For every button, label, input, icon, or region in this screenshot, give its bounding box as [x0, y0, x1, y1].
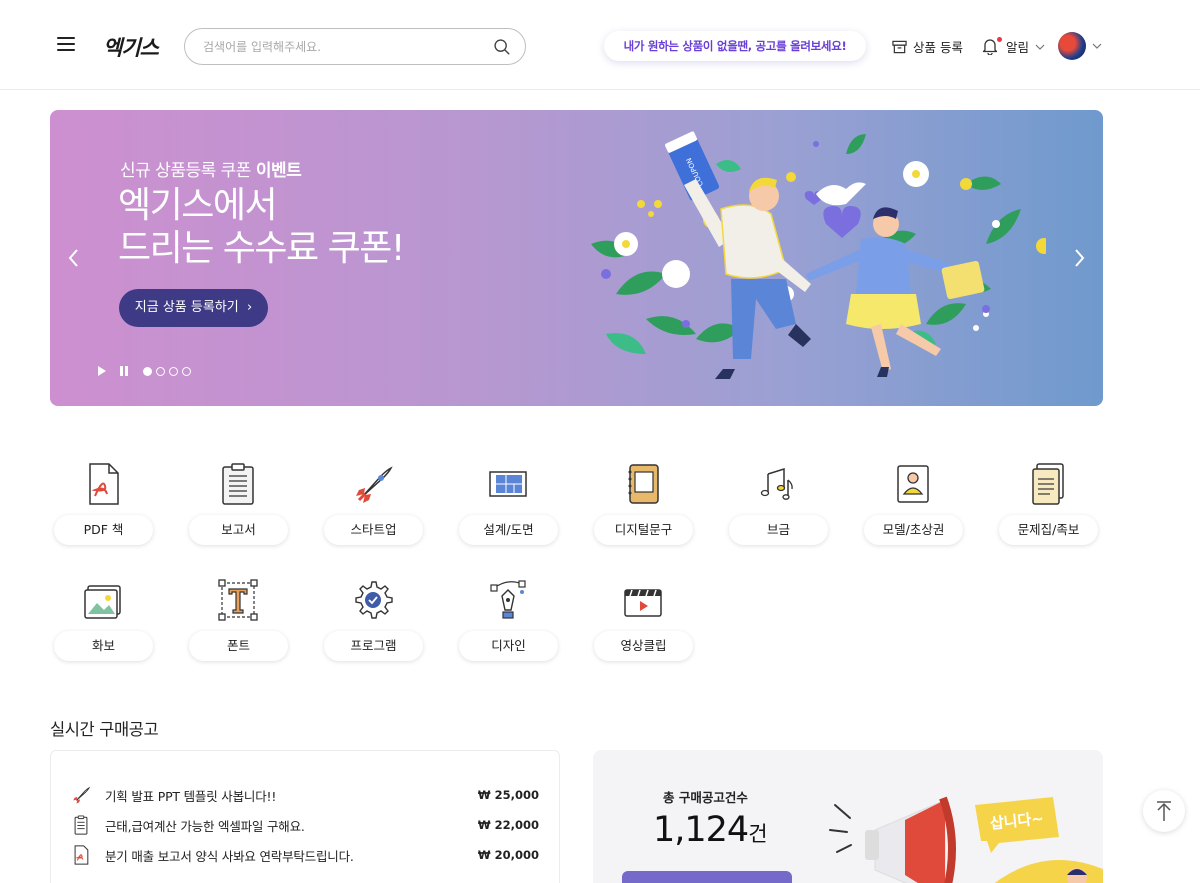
logo[interactable]: 엑기스	[103, 32, 159, 62]
category-label: 화보	[54, 631, 153, 661]
pause-icon[interactable]	[119, 366, 129, 376]
category-program[interactable]: 프로그램	[320, 574, 424, 674]
category-label: 디지털문구	[594, 515, 693, 545]
category-label: 폰트	[189, 631, 288, 661]
next-slide-icon[interactable]	[1071, 247, 1087, 269]
register-product-button[interactable]: 상품 등록	[892, 37, 963, 56]
banner-title: 엑기스에서 드리는 수수료 쿠폰!	[118, 184, 405, 270]
megaphone-illustration: 삽니다~	[829, 796, 1103, 883]
category-label: 영상클립	[594, 631, 693, 661]
category-label: 디자인	[459, 631, 558, 661]
slide-dot[interactable]	[143, 366, 152, 376]
category-startup[interactable]: 스타트업	[320, 458, 424, 558]
realtime-section-title: 실시간 구매공고	[50, 720, 159, 739]
category-bgm[interactable]: 브금	[725, 458, 829, 558]
rocket-icon	[73, 786, 91, 804]
scroll-to-top-button[interactable]	[1143, 790, 1185, 832]
list-item[interactable]: 기획 발표 PPT 템플릿 사봅니다!! ₩ 25,000	[71, 784, 539, 806]
banner-title-line1: 엑기스에서	[118, 185, 278, 226]
avatar	[1058, 32, 1086, 60]
profile-menu[interactable]	[1058, 32, 1102, 60]
music-icon	[760, 467, 793, 500]
request-price: ₩ 25,000	[477, 788, 539, 802]
request-title: 기획 발표 PPT 템플릿 사봅니다!!	[105, 788, 277, 804]
video-icon	[624, 589, 662, 617]
request-title: 근태,급여계산 가능한 엑셀파일 구해요.	[105, 818, 305, 834]
list-item[interactable]: 근태,급여계산 가능한 엑셀파일 구해요. ₩ 22,000	[71, 814, 539, 836]
chevron-down-icon	[1035, 44, 1045, 50]
prev-slide-icon[interactable]	[66, 247, 82, 269]
documents-icon	[1032, 463, 1064, 505]
play-icon[interactable]	[97, 366, 107, 376]
gear-icon	[355, 581, 393, 619]
slide-controls	[97, 366, 191, 376]
notification-dot	[997, 36, 1002, 42]
alarm-button[interactable]: 알림	[982, 36, 1045, 56]
chevron-down-icon	[1092, 43, 1102, 49]
category-label: 보고서	[189, 515, 288, 545]
request-price: ₩ 22,000	[477, 818, 539, 832]
hamburger-menu-icon[interactable]	[57, 37, 75, 53]
category-label: 문제집/족보	[999, 515, 1098, 545]
blueprint-icon	[489, 471, 527, 497]
planner-icon	[628, 464, 659, 504]
slide-dot[interactable]	[169, 366, 178, 376]
image-icon	[84, 585, 121, 619]
register-now-button[interactable]: 지금 상품 등록하기 ›	[119, 289, 268, 327]
request-title: 분기 매출 보고서 양식 사봐요 연락부탁드립니다.	[105, 848, 354, 864]
request-list: 기획 발표 PPT 템플릿 사봅니다!! ₩ 25,000 근태,급여계산 가능…	[50, 750, 560, 883]
category-pdf-book[interactable]: PDF 책	[50, 458, 154, 558]
rocket-icon	[356, 466, 393, 503]
slide-indicator	[143, 366, 191, 376]
report-icon	[222, 463, 254, 505]
top-header: 엑기스 내가 원하는 상품이 없을땐, 공고를 올려보세요! 상품 등록 알림	[0, 0, 1200, 90]
hero-banner[interactable]: 신규 상품등록 쿠폰 이벤트 엑기스에서 드리는 수수료 쿠폰! 지금 상품 등…	[50, 110, 1103, 406]
stat-unit: 건	[748, 822, 767, 846]
category-workbook[interactable]: 문제집/족보	[995, 458, 1099, 558]
portrait-icon	[897, 465, 929, 503]
category-photobook[interactable]: 화보	[50, 574, 154, 674]
stat-value: 1,124건	[653, 810, 768, 850]
pen-tool-icon	[490, 580, 526, 619]
bell-icon	[982, 36, 1002, 56]
category-label: 설계/도면	[459, 515, 558, 545]
post-request-button[interactable]	[622, 871, 792, 883]
category-video-clip[interactable]: 영상클립	[590, 574, 694, 674]
banner-subtitle-highlight: 이벤트	[255, 161, 302, 181]
category-design[interactable]: 디자인	[455, 574, 559, 674]
category-label: 브금	[729, 515, 828, 545]
category-blueprint[interactable]: 설계/도면	[455, 458, 559, 558]
category-label: 프로그램	[324, 631, 423, 661]
request-stats-card: 총 구매공고건수 1,124건 삽니다~	[593, 750, 1103, 883]
font-icon	[218, 579, 258, 621]
search-icon[interactable]	[493, 38, 511, 56]
banner-subtitle: 신규 상품등록 쿠폰 이벤트	[120, 161, 302, 181]
banner-title-line2: 드리는 수수료 쿠폰!	[118, 228, 405, 269]
category-label: 모델/초상권	[864, 515, 963, 545]
banner-illustration: COUPON	[591, 131, 1046, 379]
box-icon	[892, 40, 907, 53]
search-box	[184, 28, 526, 65]
register-label: 상품 등록	[913, 40, 963, 55]
post-request-promo[interactable]: 내가 원하는 상품이 없을땐, 공고를 올려보세요!	[604, 31, 866, 61]
category-label: 스타트업	[324, 515, 423, 545]
category-label: PDF 책	[54, 515, 153, 545]
pdf-icon	[89, 463, 119, 505]
search-input[interactable]	[203, 37, 483, 57]
slide-dot[interactable]	[156, 366, 165, 376]
arrow-up-icon	[1157, 801, 1171, 821]
category-digital-stationery[interactable]: 디지털문구	[590, 458, 694, 558]
alarm-label: 알림	[1006, 40, 1030, 55]
stat-label: 총 구매공고건수	[663, 790, 748, 805]
request-price: ₩ 20,000	[477, 848, 539, 862]
report-icon	[74, 815, 88, 835]
category-font[interactable]: 폰트	[185, 574, 289, 674]
slide-dot[interactable]	[182, 366, 191, 376]
category-model-portrait[interactable]: 모델/초상권	[860, 458, 964, 558]
list-item[interactable]: 분기 매출 보고서 양식 사봐요 연락부탁드립니다. ₩ 20,000	[71, 844, 539, 866]
category-report[interactable]: 보고서	[185, 458, 289, 558]
pdf-icon	[74, 845, 89, 865]
